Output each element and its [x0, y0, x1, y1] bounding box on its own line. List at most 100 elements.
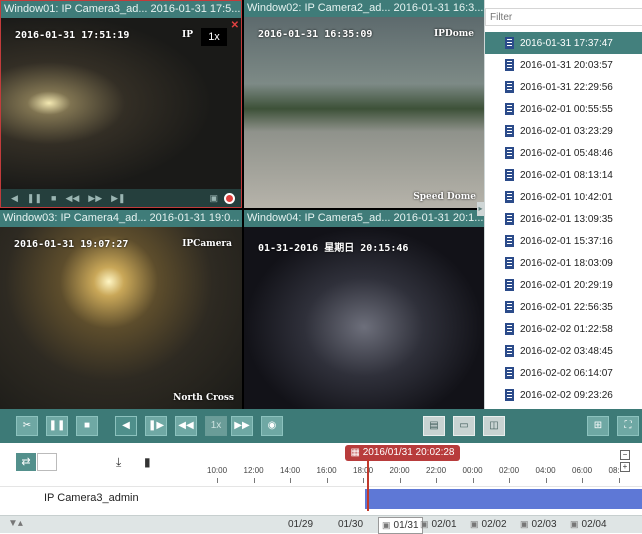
window-title: Window02: IP Camera2_ad... 2016-01-31 16… — [244, 0, 484, 17]
video-file-icon — [505, 191, 514, 203]
osd-camera-name: IP — [182, 30, 193, 40]
osd-location: North Cross — [173, 393, 234, 403]
reverse-button[interactable]: ◀ — [115, 416, 137, 436]
video-file-icon — [505, 345, 514, 357]
file-list: 2016-01-31 17:37:47 2016-01-31 20:03:57 20… — [485, 32, 642, 409]
filter-input[interactable] — [485, 8, 642, 26]
file-timestamp: 2016-02-01 15:37:16 — [520, 235, 613, 247]
recording-segment[interactable] — [365, 489, 642, 509]
file-list-item[interactable]: 2016-02-01 08:13:14 — [485, 164, 642, 186]
capture-icon[interactable]: ▣ — [209, 193, 218, 204]
time-tick-mark — [253, 478, 255, 483]
recording-track[interactable]: IP Camera3_admin — [0, 486, 642, 511]
date-chip[interactable]: 01/30 — [338, 519, 363, 530]
pause-button[interactable]: ❚❚ — [46, 416, 68, 436]
date-chip[interactable]: 01/29 — [288, 519, 313, 530]
file-list-panel: 2016-01-31 17:37:47 2016-01-31 20:03:57 20… — [484, 0, 642, 409]
time-tick-label: 00:00 — [462, 466, 483, 475]
rewind-icon[interactable]: ◀◀ — [65, 193, 79, 204]
clip-icon[interactable]: ✂ — [16, 416, 38, 436]
video-window-2[interactable]: Window02: IP Camera2_ad... 2016-01-31 16… — [244, 0, 484, 208]
video-file-icon — [505, 279, 514, 291]
file-list-item[interactable]: 2016-01-31 22:29:56 — [485, 76, 642, 98]
stop-button[interactable]: ■ — [76, 416, 98, 436]
file-list-item[interactable]: 2016-02-01 13:09:35 — [485, 208, 642, 230]
video-file-icon — [505, 147, 514, 159]
video-file-icon — [505, 213, 514, 225]
file-list-item[interactable]: 2016-02-01 20:29:19 — [485, 274, 642, 296]
video-window-1[interactable]: Window01: IP Camera3_ad... 2016-01-31 17… — [0, 0, 242, 208]
time-tick-mark — [217, 478, 218, 483]
recorded-day-icon: ▣ — [382, 520, 391, 530]
download-icon[interactable]: ⤓ — [116, 455, 121, 470]
step-icon[interactable]: ▶❚ — [111, 193, 125, 204]
file-timestamp: 2016-02-01 10:42:01 — [520, 191, 613, 203]
file-list-item[interactable]: 2016-02-01 10:42:01 — [485, 186, 642, 208]
osd-timestamp: 2016-01-31 16:35:09 — [258, 29, 373, 40]
reverse-icon[interactable]: ◀ — [11, 193, 18, 204]
fullscreen-icon[interactable]: ⛶ — [617, 416, 639, 436]
timeline-grid-toggle[interactable] — [37, 453, 57, 471]
pause-icon[interactable]: ❚❚ — [27, 193, 42, 204]
date-chip[interactable]: ▣ 02/02 — [470, 519, 507, 530]
video-feed[interactable]: 2016-01-31 19:07:27 IPCamera North Cross — [0, 227, 242, 409]
file-timestamp: 2016-01-31 22:29:56 — [520, 81, 613, 93]
forward-icon[interactable]: ▶▶ — [88, 193, 102, 204]
timeline-view-toggle[interactable]: ⇄ — [16, 453, 36, 471]
file-timestamp: 2016-01-31 17:37:47 — [520, 37, 613, 49]
collapse-panel-arrow-icon[interactable]: ▸ — [477, 202, 484, 216]
fast-forward-button[interactable]: ▶▶ — [231, 416, 253, 436]
download-icon[interactable]: ▤ — [423, 416, 445, 436]
date-strip: ▼▴ 01/29 01/30 ▣ 01/31 ▣ 02/01 ▣ 02/02 ▣ 02/03 ▣ 02… — [0, 515, 642, 534]
file-list-item[interactable]: 2016-02-01 03:23:29 — [485, 120, 642, 142]
window-layout-icon[interactable]: ⊞ — [587, 416, 609, 436]
video-feed[interactable]: 2016-01-31 17:51:19 IP 1x ✕ ◀ ❚❚ ■ ◀◀ ▶▶… — [1, 18, 241, 207]
recorded-day-icon: ▣ — [470, 519, 479, 529]
video-window-3[interactable]: Window03: IP Camera4_ad... 2016-01-31 19… — [0, 210, 242, 409]
window-title: Window04: IP Camera5_ad... 2016-01-31 20… — [244, 210, 484, 227]
date-chip[interactable]: ▣ 02/01 — [420, 519, 457, 530]
stop-icon[interactable]: ■ — [51, 193, 56, 203]
time-tick-label: 12:00 — [243, 466, 264, 475]
video-feed[interactable]: 2016-01-31 16:35:09 IPDome Speed Dome — [244, 17, 484, 208]
volume-button[interactable]: ◉ — [261, 416, 283, 436]
file-list-item[interactable]: 2016-02-01 00:55:55 — [485, 98, 642, 120]
playback-cursor[interactable] — [367, 459, 369, 511]
file-timestamp: 2016-02-01 13:09:35 — [520, 213, 613, 225]
single-frame-button[interactable]: ❚▶ — [145, 416, 167, 436]
file-list-item[interactable]: 2016-01-31 20:03:57 — [485, 54, 642, 76]
video-feed[interactable]: 01-31-2016 星期日 20:15:46 — [244, 227, 484, 409]
video-file-icon — [505, 59, 514, 71]
file-timestamp: 2016-02-01 18:03:09 — [520, 257, 613, 269]
video-file-icon — [505, 389, 514, 401]
video-file-icon — [505, 81, 514, 93]
date-chip[interactable]: ▣ 01/31 — [378, 517, 423, 534]
file-list-item[interactable]: 2016-01-31 17:37:47 — [485, 32, 642, 54]
playback-toolbar: ✂ ❚❚ ■ ◀ ❚▶ ◀◀ 1x ▶▶ ◉ ▤ ▭ ◫ ⊞ ⛶ — [0, 409, 642, 443]
date-chip[interactable]: ▣ 02/03 — [520, 519, 557, 530]
bookmark-icon[interactable]: ▮ — [144, 455, 151, 469]
filter-icon[interactable]: ▼▴ — [8, 518, 23, 529]
file-list-item[interactable]: 2016-02-02 06:14:07 — [485, 362, 642, 384]
date-chip[interactable]: ▣ 02/04 — [570, 519, 607, 530]
slow-forward-button[interactable]: ◀◀ — [175, 416, 197, 436]
capture-icon[interactable]: ▭ — [453, 416, 475, 436]
time-tick-mark — [363, 478, 364, 483]
file-list-item[interactable]: 2016-02-01 18:03:09 — [485, 252, 642, 274]
file-list-item[interactable]: 2016-02-01 15:37:16 — [485, 230, 642, 252]
video-file-icon — [505, 125, 514, 137]
zoom-out-icon[interactable]: − — [620, 450, 630, 460]
file-list-item[interactable]: 2016-02-02 03:48:45 — [485, 340, 642, 362]
time-tick-mark — [472, 478, 474, 483]
record-clip-icon[interactable]: ◫ — [483, 416, 505, 436]
record-icon[interactable] — [224, 192, 235, 204]
zoom-in-icon[interactable]: + — [620, 462, 630, 472]
osd-timestamp: 2016-01-31 17:51:19 — [15, 30, 130, 41]
file-list-item[interactable]: 2016-02-02 01:22:58 — [485, 318, 642, 340]
video-file-icon — [505, 37, 514, 49]
file-list-item[interactable]: 2016-02-01 05:48:46 — [485, 142, 642, 164]
file-list-item[interactable]: 2016-02-02 09:23:26 — [485, 384, 642, 406]
video-window-4[interactable]: Window04: IP Camera5_ad... 2016-01-31 20… — [244, 210, 484, 409]
close-icon[interactable]: ✕ — [231, 20, 239, 31]
file-list-item[interactable]: 2016-02-01 22:56:35 — [485, 296, 642, 318]
